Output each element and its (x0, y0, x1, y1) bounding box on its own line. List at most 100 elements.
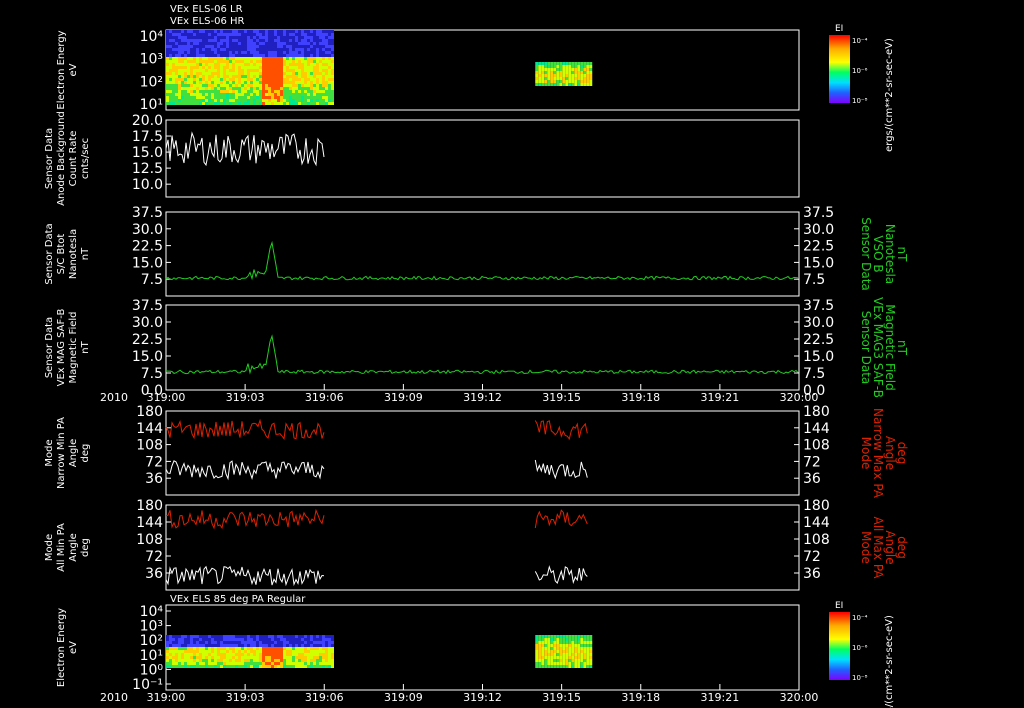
heatmap-cell (217, 45, 220, 48)
heatmap-cell (265, 653, 268, 656)
heatmap-cell (301, 78, 304, 81)
heatmap-cell (217, 644, 220, 647)
heatmap-cell (298, 93, 301, 96)
heatmap-cell (583, 74, 587, 77)
heatmap-cell (286, 87, 289, 90)
heatmap-cell (331, 48, 334, 51)
heatmap-cell (577, 65, 581, 68)
heatmap-cell (268, 650, 271, 653)
heatmap-cell (571, 77, 575, 80)
heatmap-cell (301, 647, 304, 650)
heatmap-cell (286, 51, 289, 54)
heatmap-cell (199, 57, 202, 60)
heatmap-cell (286, 75, 289, 78)
heatmap-cell (235, 39, 238, 42)
heatmap-cell (238, 653, 241, 656)
heatmap-cell (166, 45, 169, 48)
heatmap-cell (265, 662, 268, 665)
heatmap-cell (304, 63, 307, 66)
heatmap-cell (310, 650, 313, 653)
heatmap-cell (268, 653, 271, 656)
heatmap-cell (190, 63, 193, 66)
heatmap-cell (193, 75, 196, 78)
heatmap-cell (181, 72, 184, 75)
heatmap-cell (316, 57, 319, 60)
heatmap-cell (190, 638, 193, 641)
heatmap-cell (304, 54, 307, 57)
heatmap-cell (268, 66, 271, 69)
heatmap-cell (172, 42, 175, 45)
heatmap-cell (304, 81, 307, 84)
heatmap-cell (556, 653, 560, 656)
heatmap-cell (211, 90, 214, 93)
colorbar-top-tick: 10⁻⁴ (852, 37, 868, 45)
heatmap-cell (298, 33, 301, 36)
heatmap-cell (295, 90, 298, 93)
heatmap-cell (541, 68, 545, 71)
heatmap-cell (205, 33, 208, 36)
heatmap-cell (574, 647, 578, 650)
heatmap-cell (289, 81, 292, 84)
heatmap-cell (325, 641, 328, 644)
heatmap-cell (220, 45, 223, 48)
heatmap-cell (259, 63, 262, 66)
heatmap-cell (166, 39, 169, 42)
heatmap-cell (589, 83, 593, 86)
heatmap-cell (313, 93, 316, 96)
heatmap-cell (187, 48, 190, 51)
heatmap-cell (208, 81, 211, 84)
x-tick-label: 319:12 (463, 391, 502, 404)
heatmap-cell (238, 30, 241, 33)
heatmap-cell (265, 72, 268, 75)
heatmap-cell (172, 102, 175, 105)
heatmap-cell (253, 102, 256, 105)
heatmap-cell (169, 66, 172, 69)
heatmap-cell (298, 84, 301, 87)
heatmap-cell (172, 96, 175, 99)
heatmap-cell (319, 99, 322, 102)
heatmap-cell (292, 48, 295, 51)
heatmap-cell (208, 54, 211, 57)
heatmap-cell (262, 51, 265, 54)
heatmap-cell (259, 653, 262, 656)
heatmap-cell (190, 54, 193, 57)
heatmap-cell (175, 644, 178, 647)
heatmap-cell (544, 74, 548, 77)
y-tick-label: 36 (145, 566, 163, 582)
heatmap-cell (241, 90, 244, 93)
heatmap-cell (268, 54, 271, 57)
heatmap-cell (211, 665, 214, 668)
heatmap-cell (241, 72, 244, 75)
heatmap-cell (568, 659, 572, 662)
heatmap-cell (214, 641, 217, 644)
heatmap-cell (271, 93, 274, 96)
heatmap-cell (580, 62, 584, 65)
heatmap-cell (244, 42, 247, 45)
heatmap-cell (253, 45, 256, 48)
heatmap-cell (208, 45, 211, 48)
heatmap-cell (226, 72, 229, 75)
heatmap-cell (214, 45, 217, 48)
heatmap-cell (286, 36, 289, 39)
heatmap-cell (205, 647, 208, 650)
heatmap-cell (544, 635, 548, 638)
heatmap-cell (553, 80, 557, 83)
heatmap-cell (226, 635, 229, 638)
heatmap-cell (238, 650, 241, 653)
heatmap-cell (298, 69, 301, 72)
heatmap-cell (247, 662, 250, 665)
heatmap-cell (217, 635, 220, 638)
heatmap-cell (175, 63, 178, 66)
heatmap-cell (544, 83, 548, 86)
heatmap-cell (289, 87, 292, 90)
heatmap-cell (247, 650, 250, 653)
heatmap-cell (562, 650, 566, 653)
heatmap-cell (583, 656, 587, 659)
heatmap-cell (235, 30, 238, 33)
heatmap-cell (286, 57, 289, 60)
heatmap-cell (304, 656, 307, 659)
heatmap-cell (223, 87, 226, 90)
heatmap-cell (238, 42, 241, 45)
heatmap-cell (574, 635, 578, 638)
heatmap-cell (310, 42, 313, 45)
